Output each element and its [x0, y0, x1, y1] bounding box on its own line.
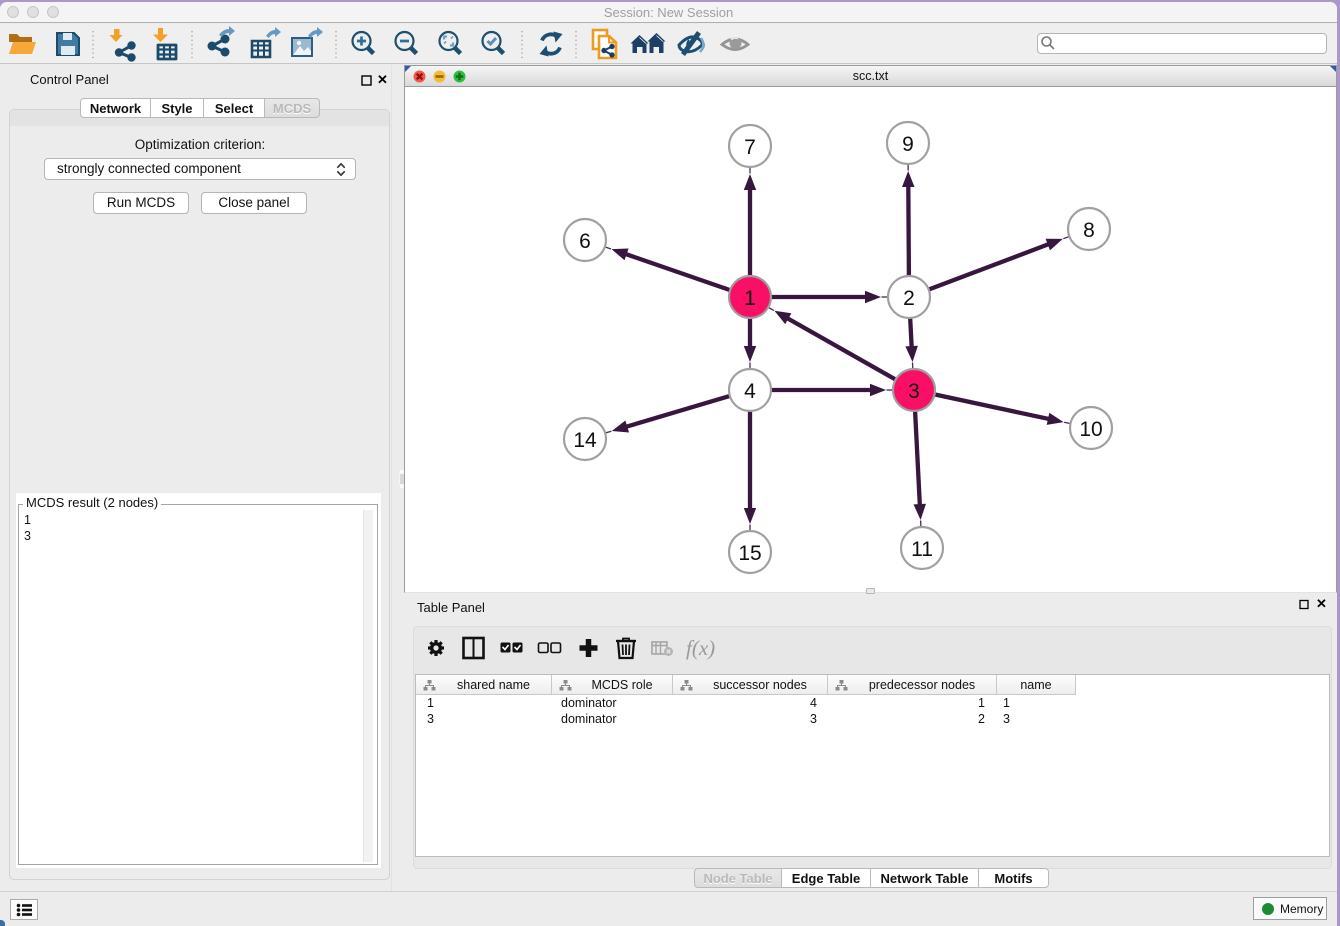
svg-text:7: 7: [744, 136, 756, 159]
svg-text:14: 14: [573, 429, 597, 452]
svg-text:11: 11: [911, 538, 933, 561]
svg-text:6: 6: [579, 230, 591, 253]
svg-text:9: 9: [902, 133, 914, 156]
svg-text:4: 4: [744, 380, 756, 403]
svg-text:f(x): f(x): [686, 636, 715, 660]
svg-text:1: 1: [744, 287, 756, 310]
svg-text:10: 10: [1079, 418, 1102, 441]
svg-text:2: 2: [903, 287, 915, 310]
svg-text:8: 8: [1083, 219, 1095, 242]
svg-text:15: 15: [738, 542, 761, 565]
svg-text:3: 3: [908, 380, 920, 403]
